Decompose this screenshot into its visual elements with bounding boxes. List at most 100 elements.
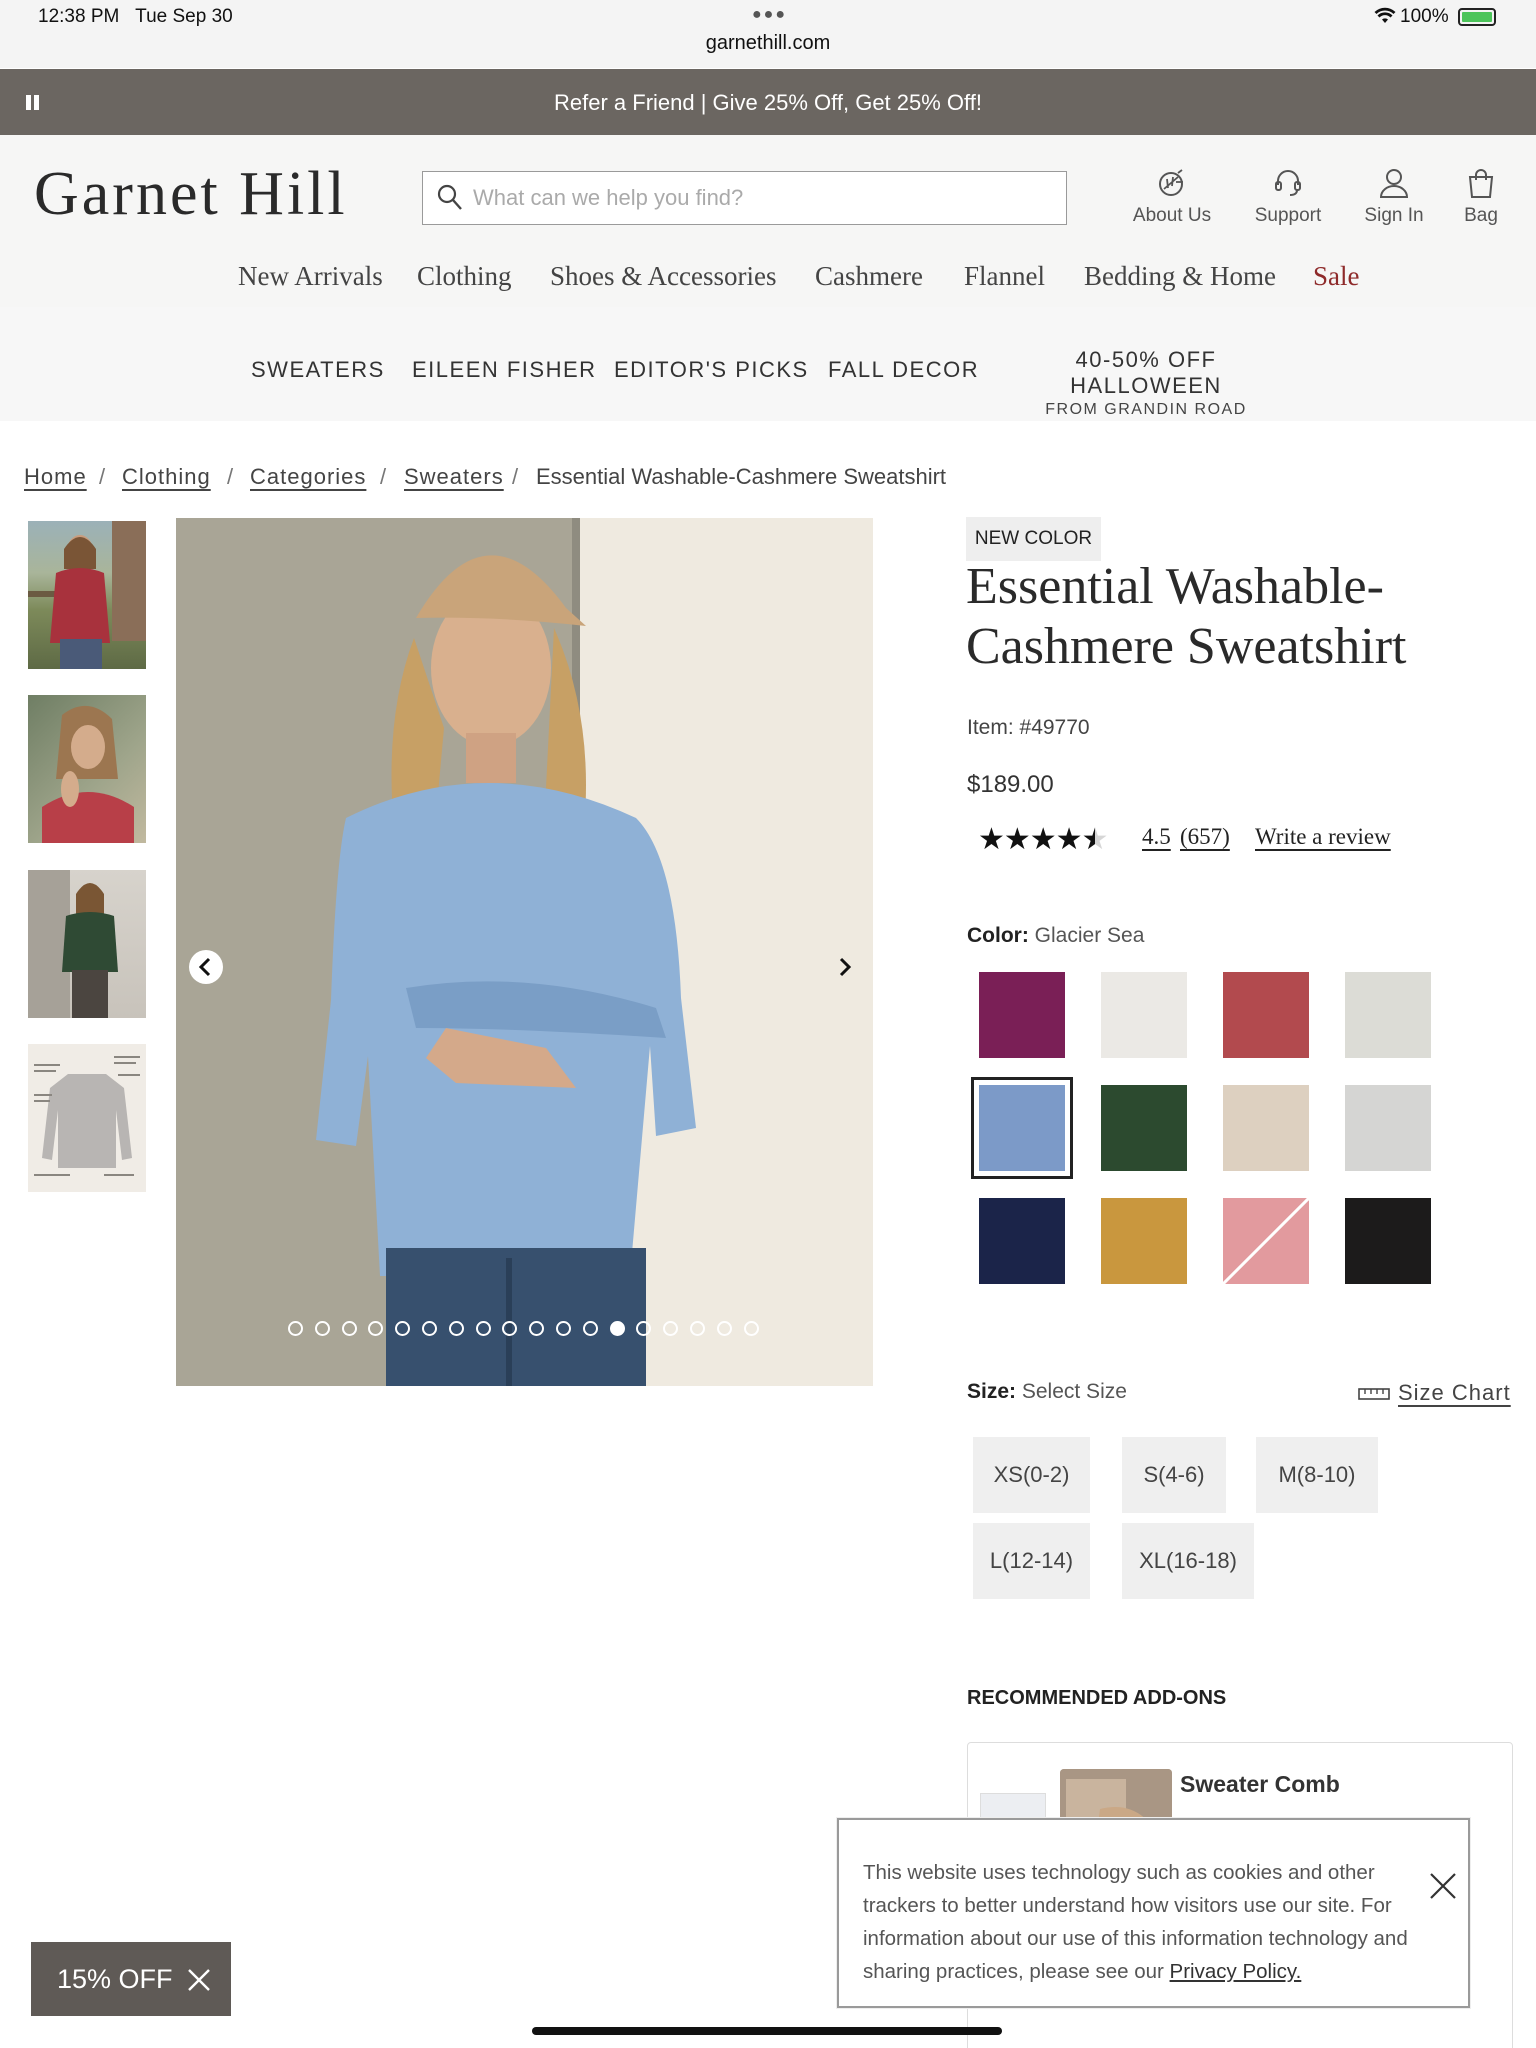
size-m-button[interactable]: M(8-10) — [1256, 1437, 1378, 1513]
pagination-dot[interactable] — [422, 1321, 437, 1336]
color-swatch[interactable] — [1101, 972, 1187, 1058]
pagination-dot[interactable] — [743, 1321, 759, 1336]
sign-in-link[interactable]: Sign In — [1349, 167, 1439, 227]
promo-text[interactable]: Refer a Friend | Give 25% Off, Get 25% O… — [0, 90, 1536, 116]
pagination-dot[interactable] — [582, 1321, 598, 1336]
halloween-promo-subtitle: FROM GRANDIN ROAD — [1045, 401, 1247, 418]
search-box[interactable] — [422, 171, 1067, 225]
breadcrumb-current: Essential Washable-Cashmere Sweatshirt — [536, 464, 947, 489]
about-us-link[interactable]: About Us — [1127, 167, 1217, 227]
previous-image-button[interactable] — [189, 950, 223, 984]
close-icon[interactable] — [1429, 1872, 1457, 1900]
address-url[interactable]: garnethill.com — [0, 32, 1536, 55]
addon-name[interactable]: Sweater Comb — [1180, 1771, 1340, 1798]
thumbnail-green-sweater-image — [28, 870, 118, 1018]
color-swatch[interactable] — [1101, 1085, 1187, 1171]
pagination-dot[interactable] — [314, 1321, 330, 1336]
breadcrumb-separator: / — [380, 464, 387, 489]
search-input[interactable] — [473, 178, 1053, 218]
breadcrumb-clothing[interactable]: Clothing — [122, 464, 211, 490]
write-review-link[interactable]: Write a review — [1255, 824, 1391, 850]
subnav-sweaters[interactable]: SWEATERS — [251, 357, 385, 383]
more-dots-icon[interactable]: ●●● — [752, 6, 787, 24]
halloween-promo-title: 40-50% OFF HALLOWEEN — [1070, 347, 1222, 398]
item-number: Item: #49770 — [967, 716, 1090, 739]
cookie-banner: This website uses technology such as coo… — [837, 1818, 1470, 2008]
thumbnail-3[interactable] — [28, 870, 146, 1018]
subnav-halloween-promo[interactable]: 40-50% OFF HALLOWEEN FROM GRANDIN ROAD — [1004, 347, 1288, 419]
home-indicator[interactable] — [532, 2027, 1002, 2035]
nav-new-arrivals[interactable]: New Arrivals — [238, 261, 383, 292]
size-l-button[interactable]: L(12-14) — [973, 1523, 1090, 1599]
color-swatch[interactable] — [1345, 1085, 1431, 1171]
color-swatch[interactable] — [979, 972, 1065, 1058]
nav-bedding-home[interactable]: Bedding & Home — [1084, 261, 1276, 292]
nav-cashmere[interactable]: Cashmere — [815, 261, 923, 292]
pagination-dot[interactable] — [475, 1321, 491, 1336]
breadcrumb-categories[interactable]: Categories — [250, 464, 366, 490]
pagination-dot[interactable] — [288, 1321, 303, 1336]
pagination-dot[interactable] — [609, 1321, 625, 1336]
color-swatch[interactable] — [1345, 1198, 1431, 1284]
main-product-image[interactable] — [176, 518, 873, 1386]
nav-clothing[interactable]: Clothing — [417, 261, 512, 292]
pagination-dot[interactable] — [341, 1321, 357, 1336]
user-icon — [1379, 169, 1409, 198]
pagination-dot[interactable] — [690, 1321, 705, 1336]
color-swatch[interactable] — [979, 1198, 1065, 1284]
new-color-badge: NEW COLOR — [966, 517, 1101, 561]
rating-value[interactable]: 4.5 — [1142, 824, 1171, 850]
site-logo[interactable]: Garnet Hill — [34, 159, 348, 230]
breadcrumb-home[interactable]: Home — [24, 464, 87, 490]
discount-label[interactable]: 15% OFF — [57, 1964, 173, 1995]
thumbnail-portrait-image — [42, 705, 134, 843]
breadcrumb-sweaters[interactable]: Sweaters — [404, 464, 504, 490]
size-chart-link[interactable]: Size Chart — [1358, 1380, 1511, 1406]
product-title-line-1: Essential Washable- — [966, 558, 1384, 615]
color-swatch[interactable] — [1215, 1190, 1317, 1292]
nav-flannel[interactable]: Flannel — [964, 261, 1045, 292]
sub-nav: SWEATERS EILEEN FISHER EDITOR'S PICKS FA… — [0, 307, 1536, 421]
support-link[interactable]: Support — [1243, 167, 1333, 227]
color-swatch[interactable] — [1101, 1198, 1187, 1284]
product-title-line-2: Cashmere Sweatshirt — [966, 618, 1407, 675]
subnav-eileen-fisher[interactable]: EILEEN FISHER — [412, 357, 597, 383]
battery-icon — [1458, 8, 1496, 26]
about-us-label: About Us — [1132, 205, 1212, 226]
close-icon[interactable] — [187, 1968, 211, 1992]
cookie-message: This website uses technology such as coo… — [863, 1861, 1408, 1983]
search-icon — [437, 184, 462, 210]
privacy-policy-link[interactable]: Privacy Policy. — [1170, 1960, 1302, 1983]
headset-icon — [1275, 170, 1301, 196]
thumbnail-2[interactable] — [28, 695, 146, 843]
status-bar: 12:38 PM Tue Sep 30 ●●● garnethill.com 1… — [0, 0, 1536, 68]
subnav-editors-picks[interactable]: EDITOR'S PICKS — [614, 357, 809, 383]
support-label: Support — [1254, 205, 1322, 226]
size-s-button[interactable]: S(4-6) — [1122, 1437, 1226, 1513]
pagination-dot[interactable] — [556, 1321, 571, 1336]
color-swatch[interactable] — [1223, 972, 1309, 1058]
thumbnail-1[interactable] — [28, 521, 146, 669]
color-swatch[interactable] — [1223, 1085, 1309, 1171]
next-image-button[interactable] — [828, 950, 862, 989]
sold-out-slash-icon — [1215, 1190, 1317, 1292]
color-swatch[interactable] — [971, 1077, 1073, 1179]
bag-link[interactable]: Bag — [1436, 167, 1526, 227]
star-rating-icon[interactable]: ★★★★★★★★★★ — [978, 822, 1108, 857]
thumbnail-4[interactable] — [28, 1044, 146, 1192]
size-xl-button[interactable]: XL(16-18) — [1122, 1523, 1254, 1599]
selected-size: Select Size — [1021, 1380, 1127, 1403]
site-header: Garnet Hill About Us Support Sign In Bag… — [0, 135, 1536, 307]
pagination-dot[interactable] — [448, 1321, 464, 1336]
breadcrumb-separator: / — [99, 464, 106, 489]
color-swatch[interactable] — [1345, 972, 1431, 1058]
size-chart-label: Size Chart — [1398, 1380, 1511, 1405]
subnav-fall-decor[interactable]: FALL DECOR — [828, 357, 979, 383]
size-xs-button[interactable]: XS(0-2) — [973, 1437, 1090, 1513]
review-count[interactable]: (657) — [1180, 824, 1230, 850]
nav-shoes-accessories[interactable]: Shoes & Accessories — [550, 261, 776, 292]
pagination-dot[interactable] — [716, 1321, 732, 1336]
nav-sale[interactable]: Sale — [1313, 261, 1360, 292]
color-label-title: Color: — [967, 924, 1029, 947]
discount-tab[interactable]: 15% OFF — [31, 1942, 231, 2016]
